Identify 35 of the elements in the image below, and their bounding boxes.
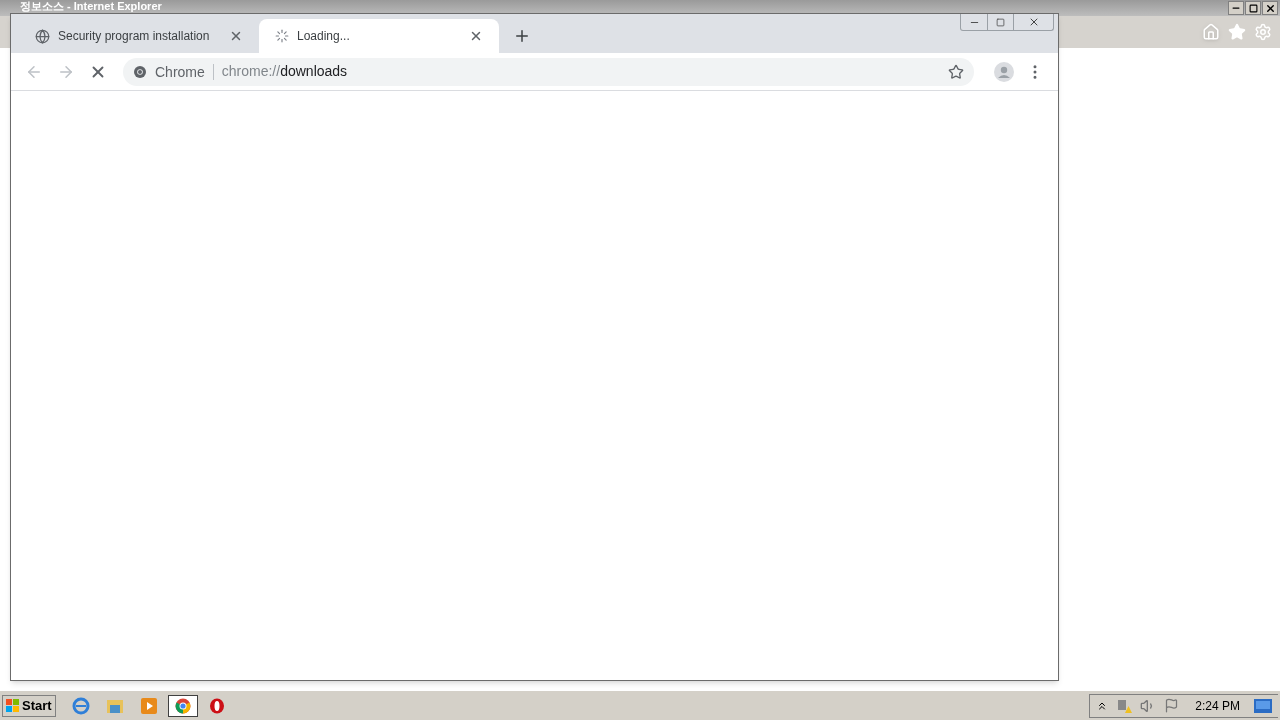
taskbar-app[interactable] — [167, 694, 198, 717]
clock: 2:24 PM — [1195, 697, 1240, 715]
settings-icon[interactable] — [1254, 23, 1272, 41]
tab-title: Loading... — [297, 28, 351, 45]
close-button[interactable] — [1262, 1, 1278, 15]
restore-button[interactable] — [1245, 1, 1261, 15]
opera-icon — [208, 697, 225, 714]
address-bar[interactable]: Chrome chrome://downloads — [123, 57, 974, 86]
url-text: chrome://downloads — [221, 62, 349, 81]
favorites-icon[interactable] — [1228, 23, 1246, 41]
close-icon — [1264, 2, 1276, 14]
close-tab-icon[interactable] — [229, 29, 243, 43]
maximize-icon — [996, 17, 1005, 27]
windows-logo-icon — [6, 698, 20, 713]
flag-icon[interactable] — [1164, 698, 1180, 713]
start-button[interactable]: Start — [2, 694, 56, 717]
ie-icon — [71, 696, 90, 715]
close-tab-icon[interactable] — [469, 29, 483, 43]
restore-icon — [1248, 3, 1258, 13]
network-warning-icon[interactable] — [1116, 697, 1133, 714]
profile-icon[interactable] — [994, 61, 1014, 82]
minimize-button[interactable] — [1228, 1, 1244, 15]
window-title: 정보소스 - Internet Explorer — [20, 0, 162, 12]
site-chip: Chrome — [155, 63, 214, 80]
browser-tab[interactable]: Security program installation — [19, 19, 259, 53]
new-tab-icon[interactable] — [513, 27, 531, 45]
bookmark-icon[interactable] — [948, 63, 964, 80]
folder-icon — [105, 697, 124, 714]
browser-tab[interactable]: Loading... — [259, 19, 499, 53]
show-desktop-icon[interactable] — [1254, 698, 1272, 713]
play-icon — [140, 697, 157, 714]
chrome-icon — [133, 64, 147, 79]
chrome-icon — [174, 697, 191, 714]
tab-title: Security program installation — [58, 28, 211, 45]
home-icon[interactable] — [1202, 23, 1220, 41]
